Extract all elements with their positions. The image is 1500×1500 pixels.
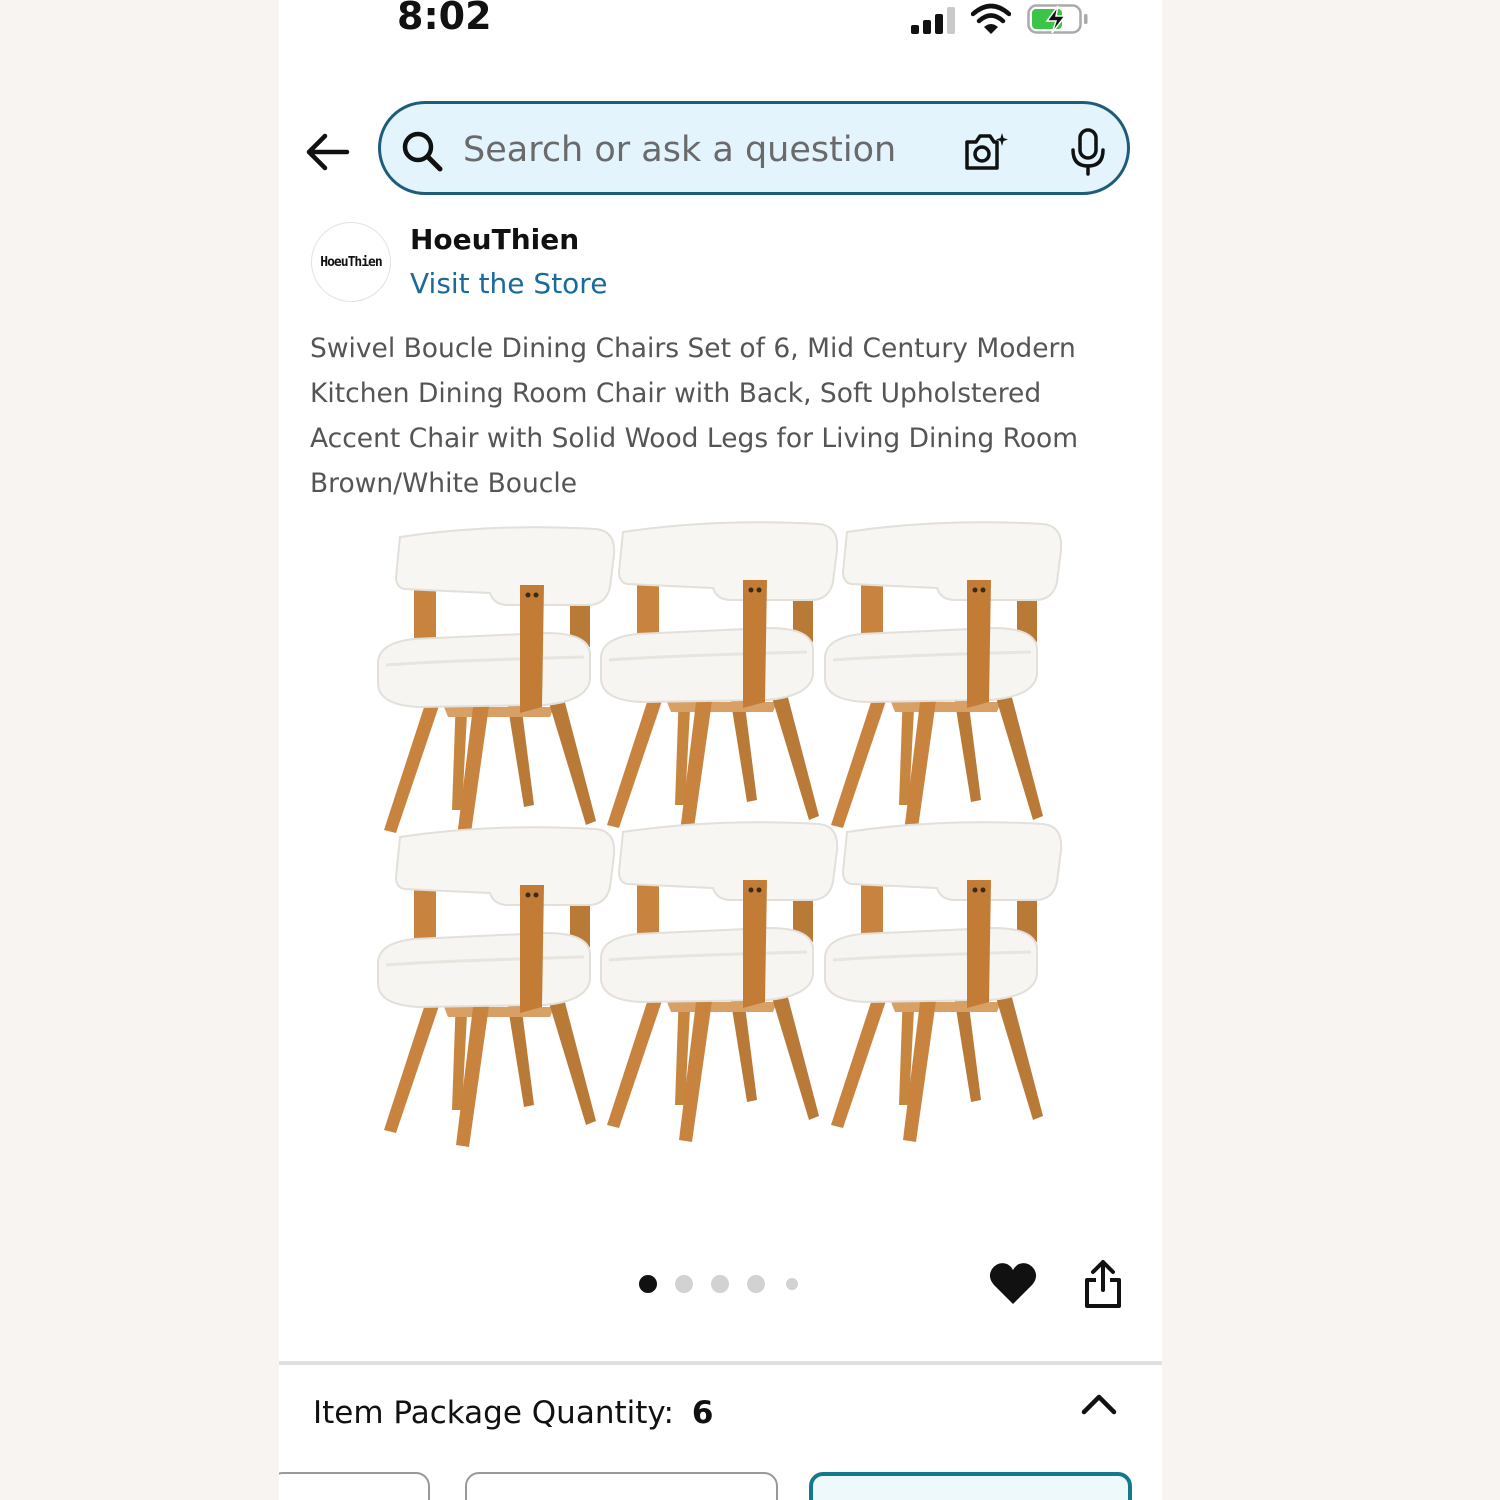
camera-icon[interactable] (963, 130, 1009, 172)
section-divider (279, 1361, 1162, 1365)
quantity-option-selected[interactable] (809, 1472, 1132, 1500)
product-title: Swivel Boucle Dining Chairs Set of 6, Mi… (310, 333, 1079, 499)
visit-store-link[interactable]: Visit the Store (410, 267, 607, 300)
carousel-dot-1[interactable] (639, 1275, 657, 1293)
search-bar[interactable] (378, 101, 1130, 195)
quantity-option-2[interactable] (465, 1472, 778, 1500)
status-time: 8:02 (397, 0, 492, 38)
carousel-dot-5[interactable] (786, 1278, 798, 1290)
cellular-signal-icon (911, 6, 959, 34)
microphone-icon[interactable] (1069, 128, 1107, 176)
carousel-dot-4[interactable] (747, 1275, 765, 1293)
quantity-label: Item Package Quantity: (313, 1395, 674, 1431)
back-arrow-icon[interactable] (303, 128, 351, 176)
search-input[interactable] (461, 122, 935, 178)
phone-screen: 8:02 Hoeu (279, 0, 1162, 1500)
carousel-dot-2[interactable] (675, 1275, 693, 1293)
quantity-option-1[interactable] (279, 1472, 430, 1500)
item-package-quantity[interactable]: Item Package Quantity: 6 (313, 1395, 714, 1431)
battery-charging-icon (1027, 4, 1088, 34)
store-name: HoeuThien (410, 223, 580, 256)
share-icon[interactable] (1083, 1258, 1123, 1310)
quantity-value: 6 (691, 1395, 714, 1431)
carousel-dot-3[interactable] (711, 1275, 729, 1293)
heart-icon[interactable] (989, 1260, 1037, 1306)
wifi-icon (971, 3, 1011, 34)
store-logo[interactable]: HoeuThien (311, 222, 391, 302)
chevron-up-icon[interactable] (1079, 1390, 1119, 1418)
search-icon[interactable] (401, 130, 443, 172)
product-image[interactable] (359, 505, 1079, 1185)
